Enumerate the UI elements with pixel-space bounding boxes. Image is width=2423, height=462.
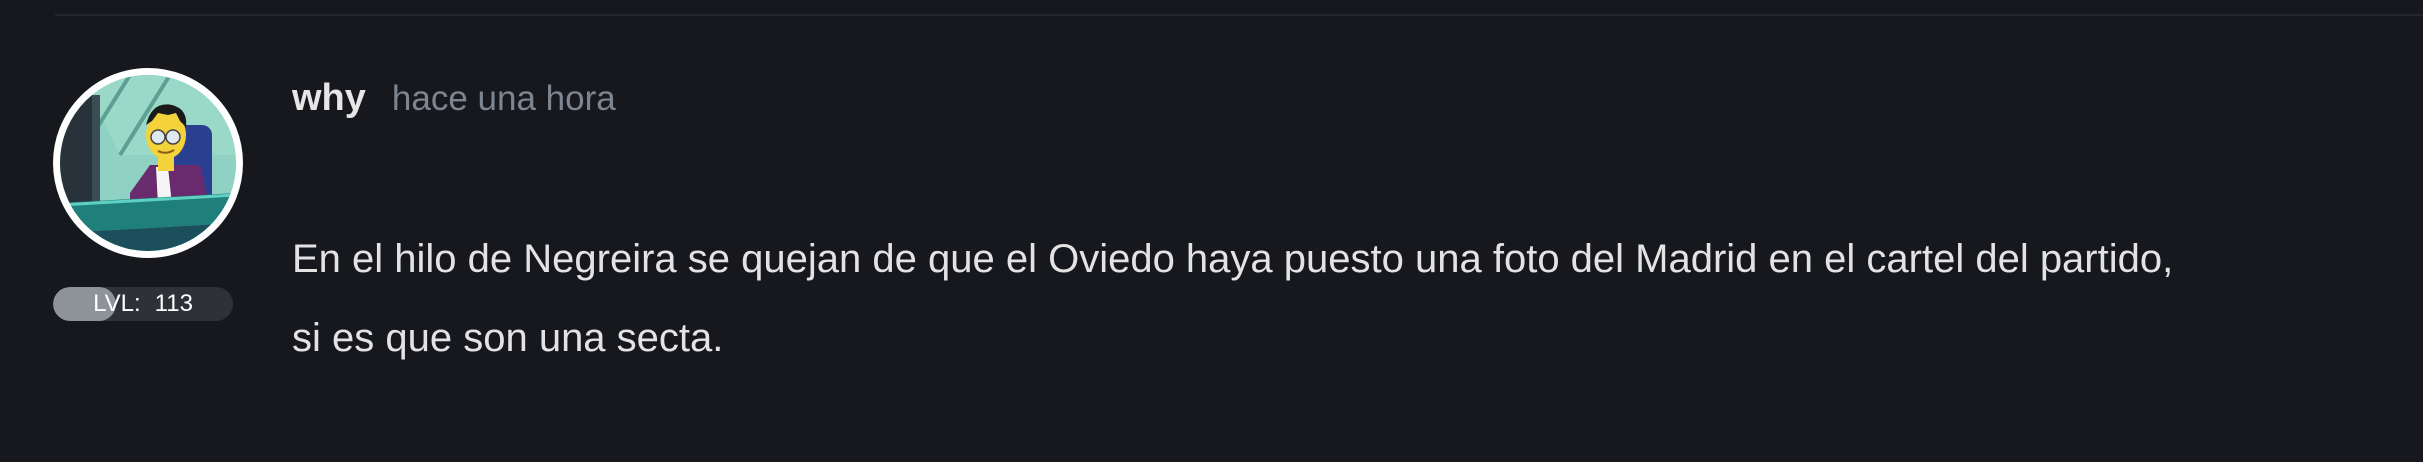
- username-link[interactable]: why: [292, 77, 366, 119]
- message-line: En el hilo de Negreira se quejan de que …: [292, 237, 2174, 281]
- comment-page: LVL: 113 why hace una hora En el hilo de N…: [0, 0, 2423, 462]
- user-avatar[interactable]: [53, 68, 243, 258]
- level-badge: LVL: 113: [53, 287, 233, 321]
- post-timestamp: hace una hora: [391, 79, 616, 118]
- level-text: LVL: 113: [53, 287, 233, 321]
- post-message: En el hilo de Negreira se quejan de que …: [292, 220, 2423, 378]
- level-value: 113: [154, 290, 193, 317]
- simpsons-character-avatar-icon: [60, 75, 236, 251]
- comment-post: LVL: 113 why hace una hora En el hilo de N…: [0, 0, 2423, 462]
- message-line: si es que son una secta.: [292, 316, 724, 360]
- post-meta: why hace una hora: [292, 70, 616, 126]
- level-label: LVL:: [93, 290, 141, 317]
